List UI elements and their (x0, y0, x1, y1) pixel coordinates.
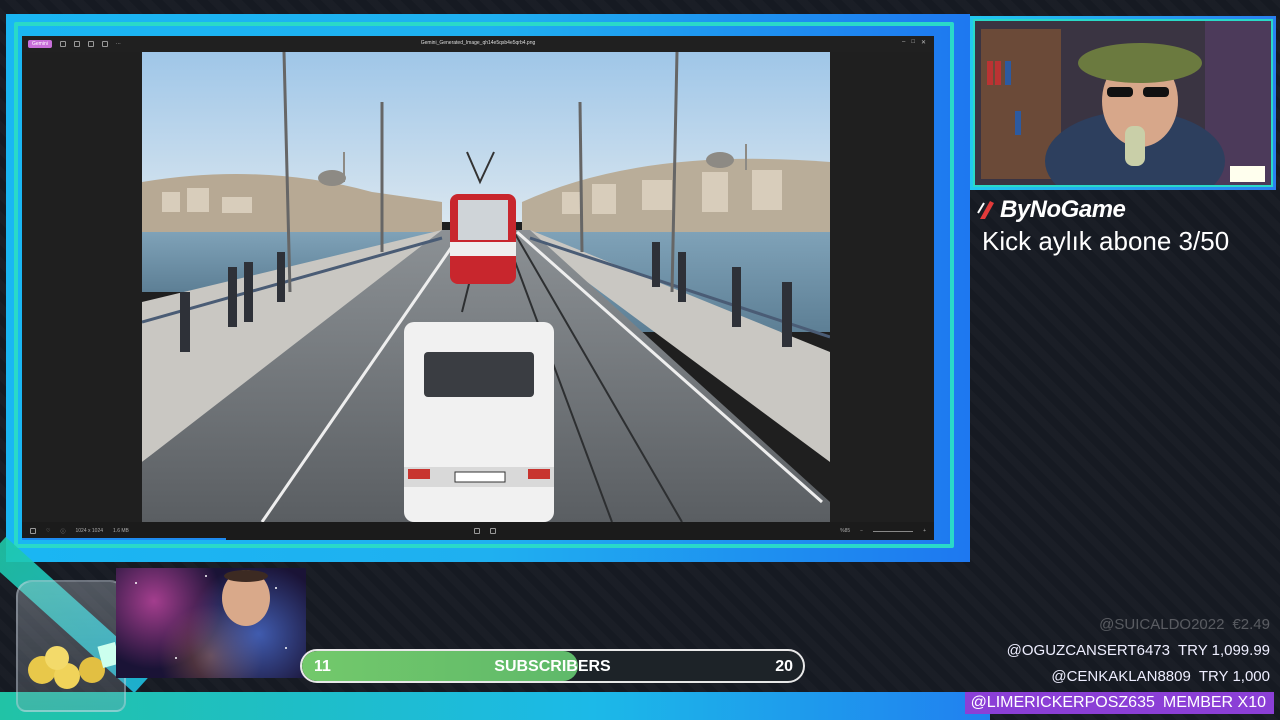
donation-amount: €2.49 (1232, 616, 1270, 633)
fit-screen-icon[interactable] (473, 528, 480, 534)
donation-item: @CENKAKLAN8809 TRY 1,000 (1051, 668, 1270, 685)
webcam-feed (973, 19, 1273, 187)
fullscreen-icon[interactable] (489, 528, 496, 534)
webcam-frame (970, 16, 1276, 190)
favorite-icon[interactable]: ♡ (46, 528, 50, 534)
donation-user: @CENKAKLAN8809 (1051, 668, 1191, 685)
info-icon[interactable]: ⓘ (60, 528, 65, 535)
minimize-icon[interactable]: – (902, 39, 905, 46)
subscriber-goal-label: SUBSCRIBERS (494, 658, 611, 675)
capture-progress-line (22, 538, 226, 540)
tip-jar (16, 580, 126, 712)
avatar-space-panel (116, 568, 306, 678)
bynogame-logo-icon (977, 201, 994, 219)
donation-user: @SUICALDO2022 (1099, 616, 1225, 633)
zoom-out-icon[interactable]: − (860, 528, 863, 534)
filmstrip-icon[interactable] (30, 528, 36, 534)
donation-user: @LIMERICKERPOSZ635 (970, 694, 1155, 711)
donation-item-highlighted: @LIMERICKERPOSZ635 MEMBER X10 (964, 692, 1274, 714)
kick-sub-goal-text: Kick aylık abone 3/50 (982, 226, 1230, 256)
donation-amount: MEMBER X10 (1162, 694, 1266, 711)
coins-icon (28, 642, 121, 689)
window-controls: – □ ✕ (902, 39, 926, 46)
close-icon[interactable]: ✕ (921, 39, 926, 46)
donation-item: @SUICALDO2022 €2.49 (1099, 616, 1270, 633)
image-viewer-window: Gemini ··· Gemini_Generated_Image_qh14e5… (22, 36, 934, 540)
brand-row: ByNoGame (976, 196, 1126, 224)
zoom-slider[interactable] (873, 530, 914, 532)
donation-item: @OGUZCANSERT6473 TRY 1,099.99 (1007, 642, 1270, 659)
streamer-webcam-illustration (975, 21, 1271, 185)
bottom-accent-stripe (0, 692, 990, 720)
avatar-icon (135, 570, 287, 659)
zoom-in-icon[interactable]: + (923, 528, 926, 534)
maximize-icon[interactable]: □ (911, 39, 915, 46)
generated-image-bridge-tram (142, 52, 830, 522)
bridge-scene-illustration (142, 52, 830, 522)
donation-amount: TRY 1,099.99 (1177, 642, 1270, 659)
brand-name: ByNoGame (1000, 196, 1126, 223)
file-size: 1.6 MB (113, 528, 129, 534)
donation-user: @OGUZCANSERT6473 (1006, 642, 1170, 659)
viewer-file-title: Gemini_Generated_Image_qh14e5qsb4e5qrb4.… (420, 40, 536, 46)
subscriber-goal-bar: 11 SUBSCRIBERS 20 (300, 649, 805, 683)
donation-amount: TRY 1,000 (1198, 668, 1270, 685)
zoom-level[interactable]: %85 (840, 528, 850, 534)
subscriber-goal-target: 20 (775, 658, 793, 675)
image-dimensions: 1024 x 1024 (75, 528, 104, 534)
